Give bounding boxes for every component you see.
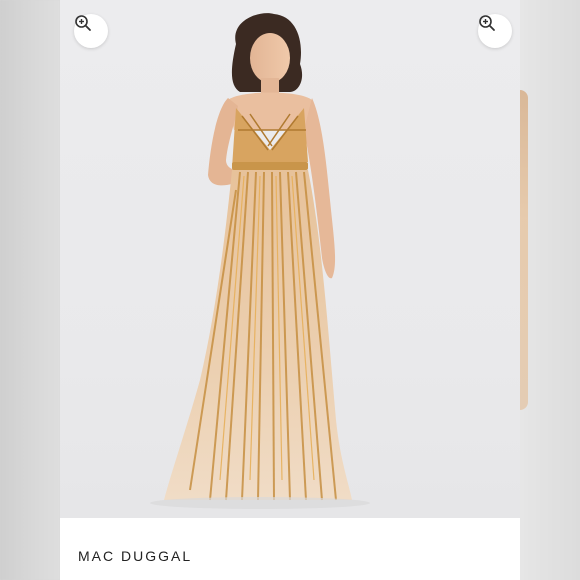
previous-image-peek[interactable] [0, 0, 60, 580]
zoom-button-left[interactable] [74, 14, 108, 48]
next-image-preview [520, 90, 528, 410]
brand-bar: MAC DUGGAL [60, 518, 520, 580]
next-image-peek[interactable] [520, 0, 580, 580]
product-photo [60, 0, 520, 518]
zoom-button-right[interactable] [478, 14, 512, 48]
zoom-in-icon [479, 15, 495, 31]
brand-name[interactable]: MAC DUGGAL [78, 548, 192, 564]
zoom-in-icon [75, 15, 91, 31]
gown-model-image [150, 13, 370, 509]
product-card: MAC DUGGAL [60, 0, 520, 580]
